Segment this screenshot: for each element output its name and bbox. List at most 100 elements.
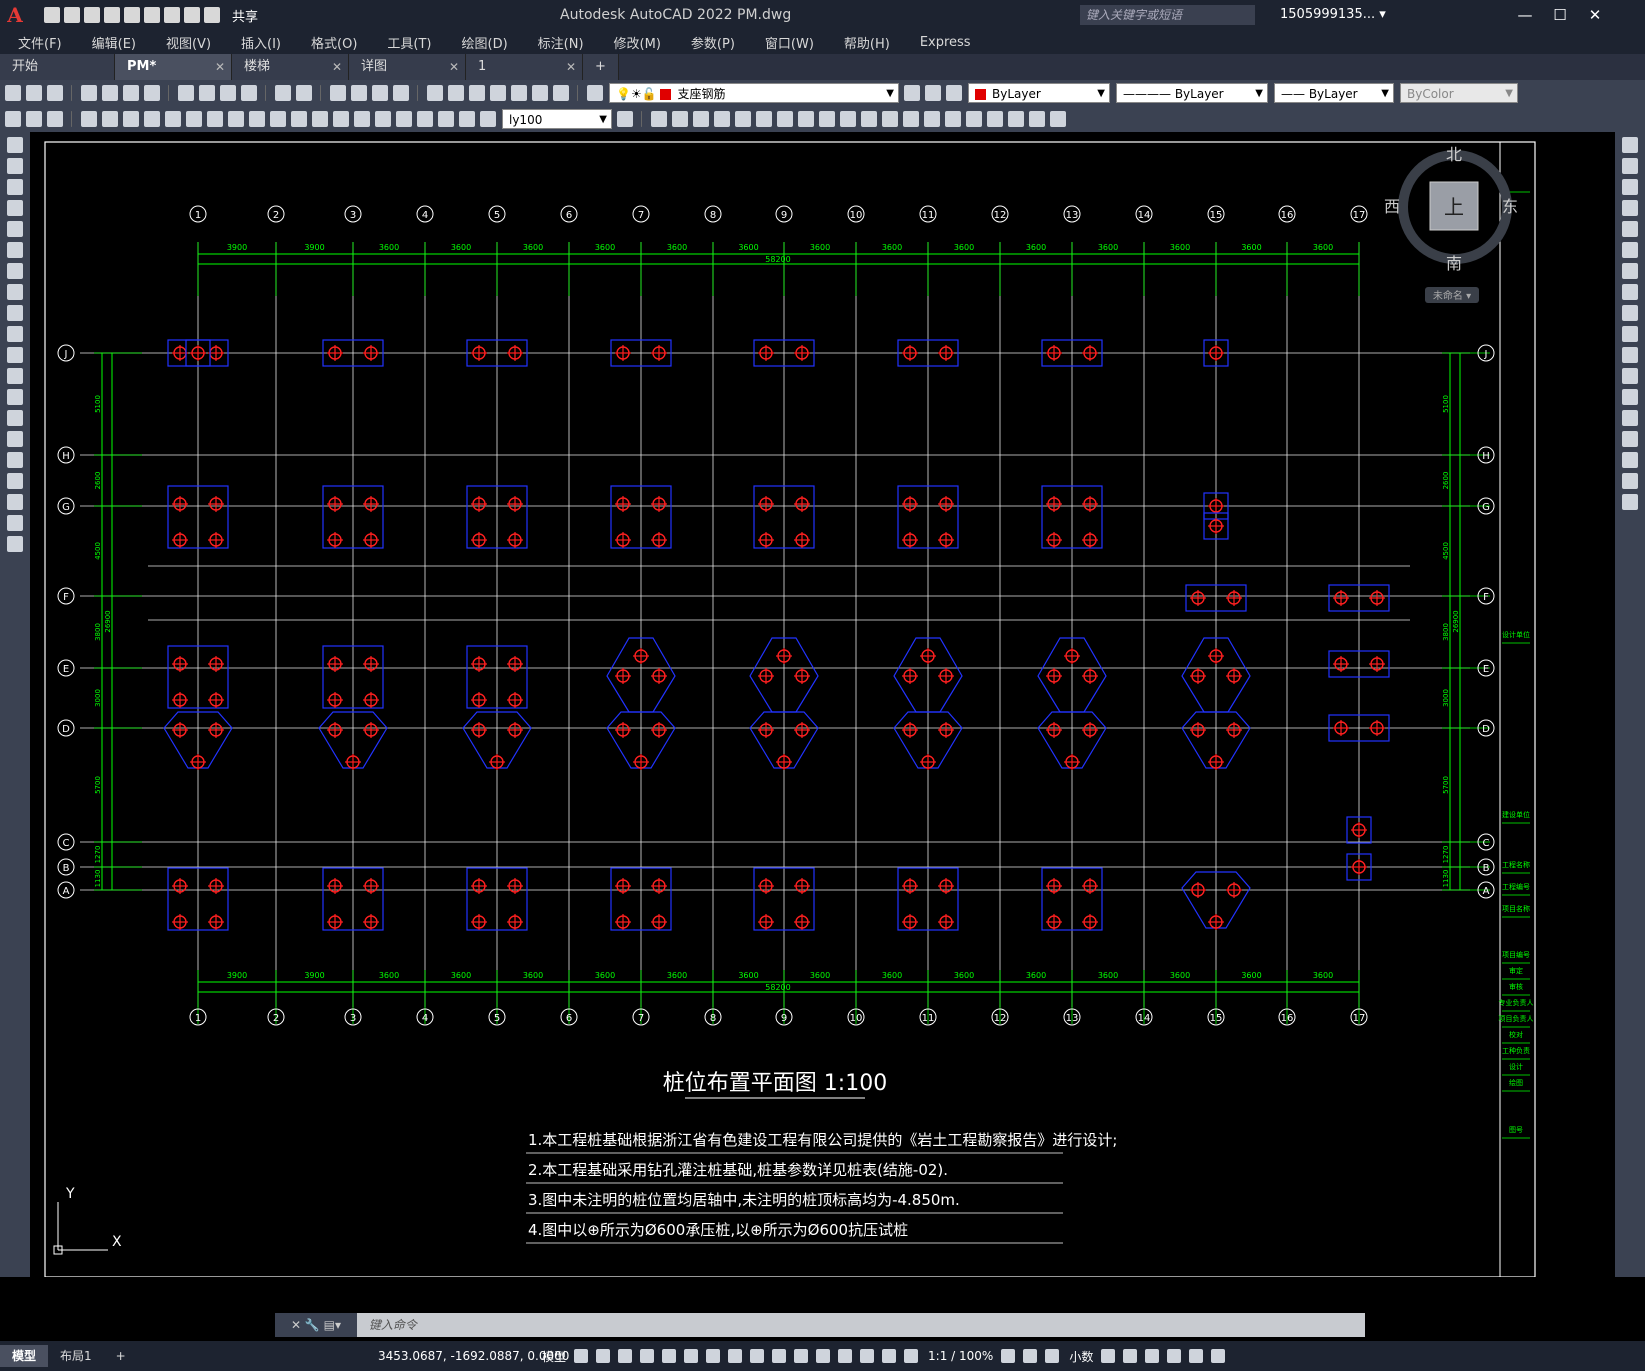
gradient-icon[interactable]	[7, 452, 23, 468]
save-icon[interactable]	[84, 7, 100, 23]
selection-filter-icon[interactable]	[838, 1349, 853, 1363]
dim-jogged-icon[interactable]	[186, 111, 202, 127]
annotation-scale[interactable]: 1:1 / 100%	[928, 1349, 993, 1363]
menu-item-8[interactable]: 修改(M)	[614, 33, 661, 52]
search-input[interactable]: 键入关键字或短语	[1080, 5, 1255, 25]
lock-ui-icon[interactable]	[1123, 1349, 1138, 1363]
menu-item-6[interactable]: 绘图(D)	[462, 33, 508, 52]
stretch-icon[interactable]	[1622, 305, 1638, 321]
region-icon[interactable]	[7, 473, 23, 489]
spline-icon[interactable]	[7, 305, 23, 321]
autocad-logo-icon[interactable]: A	[0, 0, 30, 30]
print-icon[interactable]	[164, 7, 180, 23]
cad-drawing[interactable]: 3900 3900 3600 3600 3600 3600 3600 3600 3600 3600…	[30, 132, 1615, 1277]
tab-close-icon[interactable]: ✕	[215, 54, 225, 80]
fillet-icon[interactable]	[1622, 452, 1638, 468]
dim-update-icon[interactable]	[480, 111, 496, 127]
tab-2[interactable]: 楼梯 ✕	[232, 54, 349, 80]
cut-icon[interactable]	[178, 85, 194, 101]
menu-item-4[interactable]: 格式(O)	[311, 33, 357, 52]
tolerance-icon[interactable]	[354, 111, 370, 127]
scale-icon[interactable]	[1622, 284, 1638, 300]
menu-item-1[interactable]: 编辑(E)	[92, 33, 136, 52]
lights-icon[interactable]	[693, 111, 709, 127]
walk-icon[interactable]	[945, 111, 961, 127]
zoom-realtime-icon[interactable]	[351, 85, 367, 101]
viewcube[interactable]: 上 北 南 西 东 未命名 ▾	[1384, 145, 1518, 303]
dimstyle-dropdown[interactable]: ly100 ▼	[502, 109, 612, 129]
orbit-icon[interactable]	[987, 111, 1003, 127]
add-selected-icon[interactable]	[7, 536, 23, 552]
construction-line-icon[interactable]	[7, 158, 23, 174]
menu-item-0[interactable]: 文件(F)	[18, 33, 62, 52]
line-icon[interactable]	[7, 137, 23, 153]
lineweight-icon[interactable]	[728, 1349, 743, 1363]
isolate-objects-icon[interactable]	[1145, 1349, 1160, 1363]
calculator-icon[interactable]	[532, 85, 548, 101]
copy-icon[interactable]	[199, 85, 215, 101]
annotation-visibility-icon[interactable]	[882, 1349, 897, 1363]
properties-icon[interactable]	[427, 85, 443, 101]
inspection-icon[interactable]	[396, 111, 412, 127]
match-prop-icon[interactable]	[241, 85, 257, 101]
move-icon[interactable]	[1622, 242, 1638, 258]
layer-states-icon[interactable]	[946, 85, 962, 101]
design-center-icon[interactable]	[448, 85, 464, 101]
workspace-icon[interactable]	[1001, 1349, 1016, 1363]
chamfer-icon[interactable]	[1622, 431, 1638, 447]
center-mark-icon[interactable]	[375, 111, 391, 127]
extrude-icon[interactable]	[735, 111, 751, 127]
qnew-icon[interactable]	[5, 85, 21, 101]
grid-icon[interactable]	[574, 1349, 589, 1363]
union-icon[interactable]	[819, 111, 835, 127]
trim-icon[interactable]	[1622, 326, 1638, 342]
maximize-icon[interactable]: ☐	[1545, 0, 1575, 30]
extend-icon[interactable]	[1622, 347, 1638, 363]
color-dropdown[interactable]: ByLayer ▼	[968, 83, 1110, 103]
make-current-icon[interactable]	[904, 85, 920, 101]
clean-screen-icon[interactable]	[1189, 1349, 1204, 1363]
units-icon[interactable]	[1045, 1349, 1060, 1363]
3d-print-icon[interactable]	[144, 85, 160, 101]
dim-continue-icon[interactable]	[291, 111, 307, 127]
dim-edit-icon[interactable]	[438, 111, 454, 127]
osnap-tracking-icon[interactable]	[684, 1349, 699, 1363]
menu-item-10[interactable]: 窗口(W)	[765, 33, 814, 52]
dim-arc-icon[interactable]	[123, 111, 139, 127]
lineweight-dropdown[interactable]: —— ByLayer ▼	[1274, 83, 1394, 103]
visual-style-icon[interactable]	[1029, 111, 1045, 127]
rotate-icon[interactable]	[1622, 263, 1638, 279]
menu-item-7[interactable]: 标注(N)	[538, 33, 584, 52]
materials-icon[interactable]	[672, 111, 688, 127]
break-icon[interactable]	[1622, 389, 1638, 405]
3d-osnap-icon[interactable]	[794, 1349, 809, 1363]
dim-linear-icon[interactable]	[81, 111, 97, 127]
polar-icon[interactable]	[640, 1349, 655, 1363]
dynamic-ucs-icon[interactable]	[816, 1349, 831, 1363]
layer-previous-icon[interactable]	[925, 85, 941, 101]
command-input[interactable]: 键入命令	[369, 1318, 417, 1332]
plotstyle-dropdown[interactable]: ByColor ▼	[1400, 83, 1518, 103]
isodraft-icon[interactable]	[662, 1349, 677, 1363]
tab-close-icon[interactable]: ✕	[566, 54, 576, 80]
viewport-icon[interactable]	[1050, 111, 1066, 127]
copy-object-icon[interactable]	[1622, 158, 1638, 174]
publish-icon[interactable]	[123, 85, 139, 101]
menu-item-11[interactable]: 帮助(H)	[844, 33, 890, 52]
preview-icon[interactable]	[102, 85, 118, 101]
rectangle-icon[interactable]	[7, 221, 23, 237]
save-icon[interactable]	[47, 85, 63, 101]
mtext-icon[interactable]	[7, 515, 23, 531]
revision-cloud-icon[interactable]	[7, 284, 23, 300]
graphics-performance-icon[interactable]	[1167, 1349, 1182, 1363]
subtract-icon[interactable]	[840, 111, 856, 127]
ellipse-icon[interactable]	[7, 326, 23, 342]
join-icon[interactable]	[1622, 410, 1638, 426]
model-space-toggle[interactable]: 模型	[542, 1348, 566, 1365]
revolve-icon[interactable]	[756, 111, 772, 127]
dim-ordinate-icon[interactable]	[144, 111, 160, 127]
customization-icon[interactable]	[1211, 1349, 1226, 1363]
command-line[interactable]: ✕ 🔧 ▤▾ 键入命令	[275, 1313, 1365, 1337]
plot-icon[interactable]	[144, 7, 160, 23]
tab-0[interactable]: 开始	[0, 54, 115, 80]
